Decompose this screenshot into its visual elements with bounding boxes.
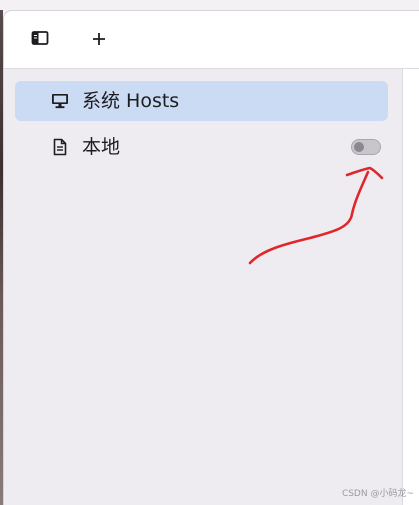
- content-pane: [403, 69, 419, 505]
- sidebar-item-label: 本地: [82, 136, 121, 158]
- local-hosts-toggle[interactable]: [351, 139, 381, 155]
- monitor-icon: [51, 92, 69, 110]
- sidebar-panel-icon: [31, 30, 49, 50]
- watermark: CSDN @小码龙~: [341, 489, 414, 499]
- sidebar-item-system-hosts[interactable]: 系统 Hosts: [15, 81, 388, 121]
- sidebar-toggle-button[interactable]: [27, 28, 53, 52]
- toolbar: [4, 11, 419, 69]
- add-button[interactable]: [86, 28, 112, 52]
- toggle-knob: [354, 142, 364, 152]
- sidebar: 系统 Hosts 本地: [4, 69, 403, 505]
- plus-icon: [92, 31, 106, 50]
- sidebar-item-local[interactable]: 本地: [15, 127, 388, 167]
- app-window: 系统 Hosts 本地: [3, 10, 419, 505]
- sidebar-item-label: 系统 Hosts: [82, 90, 180, 112]
- document-icon: [51, 138, 69, 156]
